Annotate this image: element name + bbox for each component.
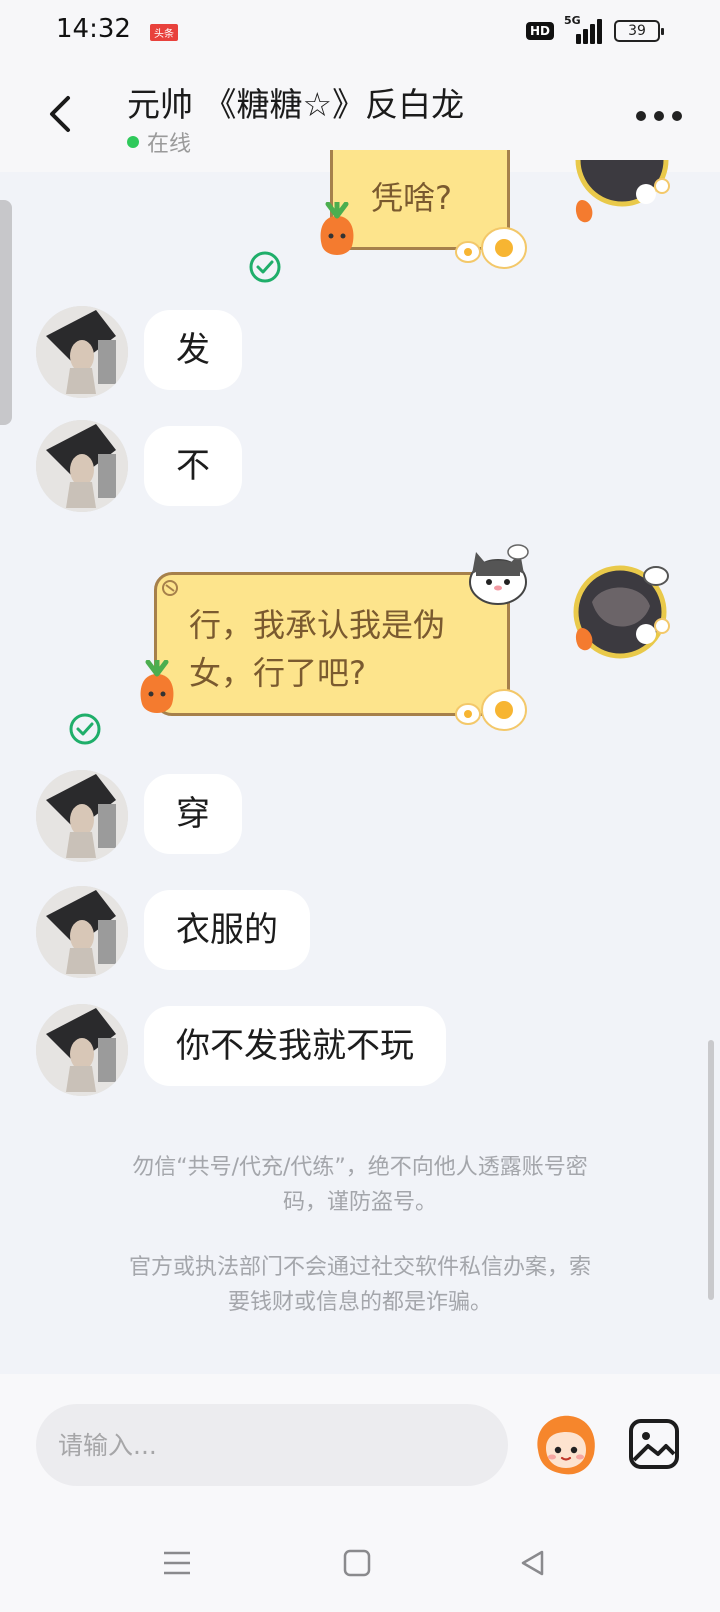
notice-line: 要钱财或信息的都是诈骗。 bbox=[227, 1290, 492, 1315]
security-notice: 勿信“共号/代充/代练”，绝不向他人透露账号密 码，谨防盗号。 bbox=[70, 1150, 650, 1220]
sent-message-text: 凭啥? bbox=[371, 179, 452, 217]
nav-back-icon[interactable] bbox=[518, 1548, 548, 1578]
chat-title: 元帅 《糖糖☆》反白龙 bbox=[127, 85, 465, 124]
contact-avatar[interactable] bbox=[36, 306, 128, 398]
received-message-bubble[interactable]: 你不发我就不玩 bbox=[144, 1006, 446, 1086]
my-avatar[interactable] bbox=[572, 562, 672, 662]
received-message-text: 发 bbox=[176, 330, 210, 370]
scrollbar[interactable] bbox=[708, 1040, 714, 1300]
received-message-bubble[interactable]: 衣服的 bbox=[144, 890, 310, 970]
online-text: 在线 bbox=[147, 132, 192, 157]
contact-avatar[interactable] bbox=[36, 1004, 128, 1096]
sent-message-line-1: 行，我承认我是伪 bbox=[189, 606, 446, 644]
fraud-notice: 官方或执法部门不会通过社交软件私信办案，索 要钱财或信息的都是诈骗。 bbox=[70, 1250, 650, 1320]
received-message-text: 穿 bbox=[176, 794, 210, 834]
menu-icon[interactable] bbox=[162, 1548, 192, 1578]
received-message-bubble[interactable]: 不 bbox=[144, 426, 242, 506]
carrot-sticker-icon bbox=[140, 660, 174, 713]
side-scroll-handle[interactable] bbox=[0, 200, 12, 425]
egg-sticker-icon bbox=[455, 689, 527, 731]
carrot-sticker-icon bbox=[320, 202, 354, 255]
egg-sticker-icon bbox=[455, 227, 527, 269]
received-message-bubble[interactable]: 穿 bbox=[144, 774, 242, 854]
home-icon[interactable] bbox=[342, 1548, 372, 1578]
received-message-text: 你不发我就不玩 bbox=[176, 1026, 414, 1066]
received-message-text: 不 bbox=[176, 446, 210, 486]
status-time: 14:32 bbox=[56, 14, 131, 44]
network-label: 5G bbox=[564, 14, 581, 27]
my-avatar[interactable] bbox=[572, 150, 672, 230]
more-options-icon[interactable] bbox=[636, 108, 682, 124]
contact-avatar[interactable] bbox=[36, 886, 128, 978]
hd-badge: HD bbox=[525, 22, 554, 40]
read-check-icon bbox=[249, 251, 281, 283]
signal-icon: 5G bbox=[564, 14, 604, 44]
message-input[interactable] bbox=[36, 1404, 508, 1486]
read-check-icon bbox=[69, 713, 101, 745]
battery-icon: 39 bbox=[614, 20, 664, 42]
cat-sticker-icon bbox=[469, 544, 529, 605]
app-badge: 头条 bbox=[150, 24, 178, 41]
image-picker-icon[interactable] bbox=[628, 1418, 680, 1470]
sticker-corner-icon bbox=[162, 580, 178, 596]
online-status: 在线 bbox=[127, 126, 191, 158]
status-bar: 14:32 头条 HD 5G 39 bbox=[0, 0, 720, 64]
notice-line: 勿信“共号/代充/代练”，绝不向他人透露账号密 bbox=[132, 1155, 588, 1180]
notice-line: 码，谨防盗号。 bbox=[282, 1190, 437, 1215]
contact-avatar[interactable] bbox=[36, 770, 128, 862]
online-dot-icon bbox=[127, 136, 139, 148]
status-icons: HD 5G 39 bbox=[525, 14, 664, 44]
sticker-emoji-icon[interactable] bbox=[530, 1410, 600, 1480]
back-arrow-icon[interactable] bbox=[40, 92, 80, 136]
received-message-text: 衣服的 bbox=[176, 910, 278, 950]
contact-avatar[interactable] bbox=[36, 420, 128, 512]
notice-line: 官方或执法部门不会通过社交软件私信办案，索 bbox=[128, 1255, 591, 1280]
received-message-bubble[interactable]: 发 bbox=[144, 310, 242, 390]
